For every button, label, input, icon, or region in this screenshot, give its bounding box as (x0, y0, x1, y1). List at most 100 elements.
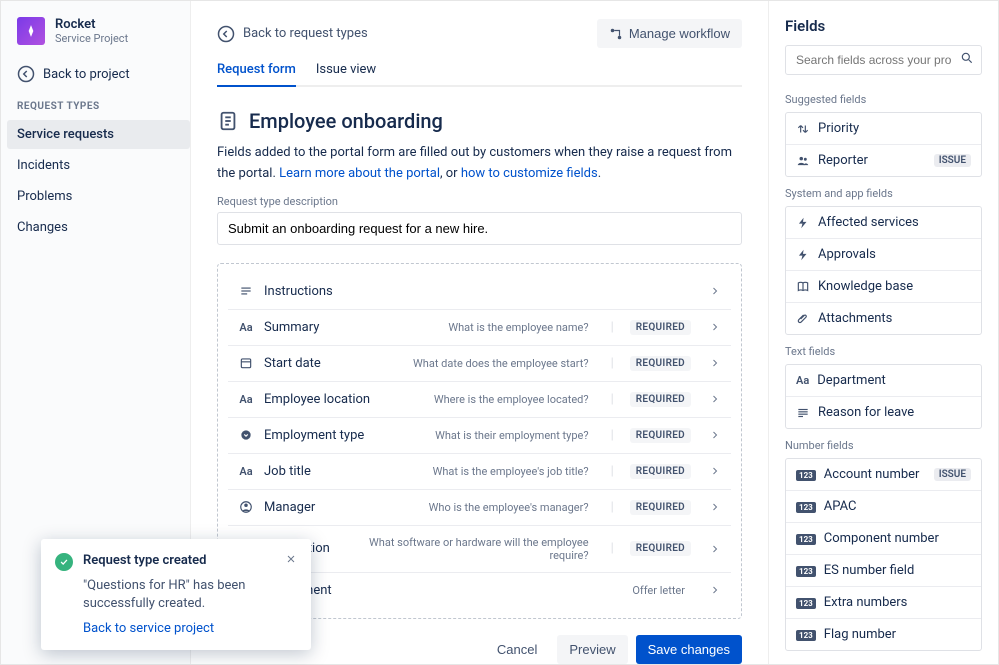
field-name-label: Employment type (264, 428, 364, 443)
back-to-request-types-link[interactable]: Back to request types (217, 25, 368, 43)
sidebar-item-problems[interactable]: Problems (7, 182, 190, 211)
paragraph-icon (796, 406, 810, 420)
project-icon (17, 17, 45, 45)
field-option-label: Flag number (824, 627, 896, 642)
bolt-icon (796, 216, 810, 230)
save-changes-button[interactable]: Save changes (636, 635, 742, 664)
back-link-label: Back to request types (243, 26, 368, 41)
chevron-right-icon (709, 429, 721, 441)
tab-request-form[interactable]: Request form (217, 62, 296, 87)
form-field-instructions[interactable]: Instructions (228, 274, 731, 310)
field-option-label: ES number field (824, 563, 915, 578)
page-title: Employee onboarding (249, 109, 443, 133)
chevron-right-icon (709, 357, 721, 369)
form-field-job-title[interactable]: AaJob titleWhat is the employee's job ti… (228, 454, 731, 490)
required-badge: REQUIRED (630, 356, 691, 371)
field-option-approvals[interactable]: Approvals (786, 238, 981, 270)
fields-section-card: AaDepartmentReason for leave (785, 364, 982, 429)
field-option-label: Reporter (818, 153, 868, 168)
reporter-icon (796, 154, 810, 168)
field-option-extra-numbers[interactable]: 123Extra numbers (786, 586, 981, 618)
field-name-label: Manager (264, 500, 315, 515)
required-badge: REQUIRED (630, 500, 691, 515)
form-field-start-date[interactable]: Start date What date does the employee st… (228, 346, 731, 382)
number-icon: 123 (796, 563, 816, 578)
field-option-attachments[interactable]: Attachments (786, 302, 981, 334)
cancel-button[interactable]: Cancel (485, 635, 549, 664)
form-field-summary[interactable]: AaSummaryWhat is the employee name?|REQU… (228, 310, 731, 346)
fields-section-card: 123Account numberISSUE123APAC 123 Componen… (785, 458, 982, 651)
field-helper-text: What is the employee name? (329, 321, 594, 334)
field-option-label: Component number (824, 531, 939, 546)
field-option-component-number[interactable]: 123 Component number (786, 522, 981, 554)
form-field-employment-type[interactable]: Employment typeWhat is their employment … (228, 418, 731, 454)
field-option-account-number[interactable]: 123Account numberISSUE (786, 459, 981, 490)
back-to-project-link[interactable]: Back to project (17, 65, 190, 83)
sidebar-item-changes[interactable]: Changes (7, 213, 190, 242)
field-helper-text: Who is the employee's manager? (325, 501, 594, 514)
field-option-apac[interactable]: 123APAC (786, 490, 981, 522)
field-name-label: Summary (264, 320, 319, 335)
field-helper-text: What date does the employee start? (331, 357, 595, 370)
required-badge: REQUIRED (630, 541, 691, 556)
required-badge: REQUIRED (630, 392, 691, 407)
arrow-left-icon (17, 65, 35, 83)
fields-section-label: Number fields (785, 439, 982, 452)
chevron-right-icon (709, 465, 721, 477)
field-name-label: Instructions (264, 284, 333, 299)
field-option-es-number-field[interactable]: 123 ES number field (786, 554, 981, 586)
required-badge: REQUIRED (630, 464, 691, 479)
toast-back-link[interactable]: Back to service project (83, 621, 297, 636)
field-option-reporter[interactable]: ReporterISSUE (786, 144, 981, 176)
chevron-right-icon (709, 285, 721, 297)
chevron-right-icon (709, 543, 721, 555)
field-option-department[interactable]: AaDepartment (786, 365, 981, 396)
field-option-label: Attachments (818, 311, 892, 326)
fields-section-label: Text fields (785, 345, 982, 358)
dropdown-icon (238, 428, 254, 442)
field-option-priority[interactable]: Priority (786, 113, 981, 144)
field-option-label: Approvals (818, 247, 876, 262)
request-type-description-input[interactable] (217, 212, 742, 245)
toast-title: Request type created (83, 553, 207, 568)
required-badge: REQUIRED (630, 428, 691, 443)
chevron-right-icon (709, 501, 721, 513)
text-icon: Aa (796, 373, 809, 388)
sidebar-section-label: REQUEST TYPES (17, 101, 190, 112)
search-icon (960, 51, 974, 65)
sidebar-item-service-requests[interactable]: Service requests (7, 120, 190, 149)
toast-close-button[interactable] (285, 553, 297, 565)
number-icon: 123 (796, 627, 816, 642)
sidebar-item-incidents[interactable]: Incidents (7, 151, 190, 180)
fields-section-card: Priority ReporterISSUE (785, 112, 982, 177)
calendar-icon (238, 356, 254, 370)
manage-workflow-button[interactable]: Manage workflow (597, 19, 742, 48)
field-option-label: Priority (818, 121, 859, 136)
form-field-manager[interactable]: ManagerWho is the employee's manager?|RE… (228, 490, 731, 526)
bolt-icon (796, 248, 810, 262)
chevron-right-icon (709, 393, 721, 405)
person-icon (238, 500, 254, 514)
field-name-label: Start date (264, 356, 321, 371)
number-icon: 123 (796, 531, 816, 546)
field-option-affected-services[interactable]: Affected services (786, 207, 981, 238)
tab-issue-view[interactable]: Issue view (316, 62, 376, 85)
preview-button[interactable]: Preview (557, 635, 627, 664)
form-field-employee-location[interactable]: AaEmployee locationWhere is the employee… (228, 382, 731, 418)
book-icon (796, 280, 810, 294)
field-option-flag-number[interactable]: 123 Flag number (786, 618, 981, 650)
number-icon: 123 (796, 595, 816, 610)
field-name-label: Job title (264, 464, 311, 479)
form-icon (217, 110, 239, 132)
search-fields-input[interactable] (785, 45, 982, 75)
field-option-label: Affected services (818, 215, 919, 230)
fields-panel: Fields Suggested fieldsPriorityReporterI… (768, 1, 998, 664)
field-option-reason-for-leave[interactable]: Reason for leave (786, 396, 981, 428)
field-option-knowledge-base[interactable]: Knowledge base (786, 270, 981, 302)
customize-fields-link[interactable]: how to customize fields (461, 166, 598, 181)
workflow-icon (609, 27, 623, 41)
field-helper-text: What software or hardware will the emplo… (340, 536, 595, 562)
workflow-button-label: Manage workflow (629, 26, 730, 41)
learn-more-link[interactable]: Learn more about the portal (279, 166, 440, 181)
text-icon: Aa (238, 465, 254, 478)
